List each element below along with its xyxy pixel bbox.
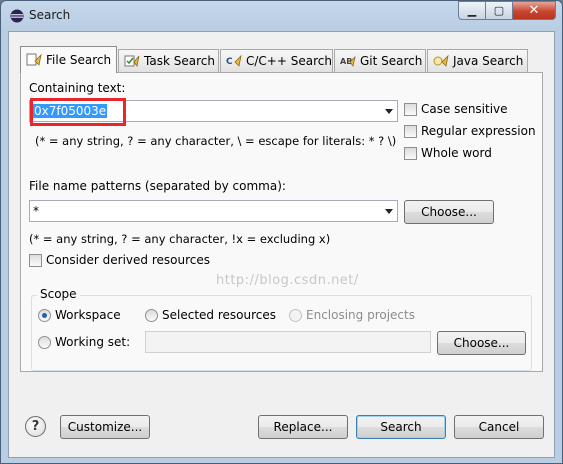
- radio-dot[interactable]: [145, 308, 158, 322]
- replace-button[interactable]: Replace...: [258, 415, 348, 439]
- window-title: Search: [29, 8, 71, 22]
- tab-label: Java Search: [453, 54, 524, 68]
- tab-label: C/C++ Search: [246, 54, 332, 68]
- button-label: Search: [380, 420, 422, 434]
- tab-cpp-search[interactable]: C C/C++ Search: [220, 49, 333, 72]
- tab-java-search[interactable]: Java Search: [427, 49, 528, 72]
- file-patterns-value: *: [33, 204, 39, 218]
- button-label: Replace...: [273, 420, 333, 434]
- radio-dot[interactable]: [38, 308, 51, 322]
- search-dialog-window: Search ▁ ▢ ✕ File Search Task Search C C…: [0, 0, 563, 464]
- customize-button[interactable]: Customize...: [60, 415, 150, 439]
- title-bar: Search ▁ ▢ ✕: [1, 1, 562, 31]
- cancel-button[interactable]: Cancel: [454, 415, 544, 439]
- button-label: Customize...: [67, 420, 143, 434]
- scope-group: Workspace Selected resources Enclosing p…: [31, 295, 532, 371]
- maximize-icon: ▢: [493, 4, 505, 17]
- minimize-icon: ▁: [467, 4, 477, 17]
- choose-patterns-button[interactable]: Choose...: [404, 200, 494, 224]
- enclosing-projects-radio: Enclosing projects: [289, 308, 415, 322]
- maximize-button[interactable]: ▢: [485, 1, 513, 20]
- checkbox-box[interactable]: [404, 102, 417, 116]
- file-search-icon: [26, 53, 42, 66]
- containing-text-combo[interactable]: 0x7f05003e: [29, 98, 398, 126]
- svg-text:C: C: [226, 57, 233, 67]
- checkbox-box[interactable]: [404, 124, 417, 138]
- chevron-down-icon[interactable]: [385, 209, 393, 214]
- choose-working-set-button[interactable]: Choose...: [437, 331, 526, 355]
- regular-expression-label: Regular expression: [421, 124, 536, 138]
- checkbox-box[interactable]: [29, 253, 42, 267]
- chevron-down-icon[interactable]: [385, 109, 393, 114]
- search-tabs: File Search Task Search C C/C++ Search A…: [20, 46, 543, 73]
- git-search-icon: AB: [340, 55, 356, 67]
- workspace-radio[interactable]: Workspace: [38, 308, 121, 322]
- help-icon: ?: [31, 419, 40, 434]
- window-controls: ▁ ▢ ✕: [458, 1, 556, 21]
- tab-label: Git Search: [360, 54, 423, 68]
- case-sensitive-label: Case sensitive: [421, 102, 508, 116]
- tab-label: Task Search: [144, 54, 215, 68]
- working-set-label: Working set:: [55, 335, 131, 349]
- tab-task-search[interactable]: Task Search: [118, 49, 219, 72]
- eclipse-icon: [10, 9, 24, 23]
- button-label: Choose...: [421, 205, 477, 219]
- button-label: Cancel: [478, 420, 520, 434]
- derived-resources-label: Consider derived resources: [46, 253, 210, 267]
- containing-text-hint: (* = any string, ? = any character, \ = …: [35, 134, 397, 148]
- watermark-text: http://blog.csdn.net/: [216, 273, 359, 288]
- case-sensitive-checkbox[interactable]: Case sensitive: [404, 102, 508, 116]
- derived-resources-checkbox[interactable]: Consider derived resources: [29, 253, 210, 267]
- selected-resources-label: Selected resources: [162, 308, 276, 322]
- working-set-radio[interactable]: Working set:: [38, 335, 130, 349]
- dialog-client-area: File Search Task Search C C/C++ Search A…: [8, 31, 555, 458]
- radio-dot[interactable]: [38, 335, 51, 349]
- regular-expression-checkbox[interactable]: Regular expression: [404, 124, 536, 138]
- help-button[interactable]: ?: [25, 416, 46, 437]
- containing-text-label: Containing text:: [29, 81, 126, 95]
- highlight-box: [30, 98, 126, 126]
- java-search-icon: [433, 54, 449, 67]
- tab-git-search[interactable]: AB Git Search: [334, 49, 426, 72]
- workspace-label: Workspace: [55, 308, 121, 322]
- whole-word-label: Whole word: [421, 146, 492, 160]
- tab-file-search[interactable]: File Search: [20, 46, 117, 73]
- search-button[interactable]: Search: [356, 415, 446, 439]
- task-search-icon: [124, 55, 140, 67]
- whole-word-checkbox[interactable]: Whole word: [404, 146, 492, 160]
- close-button[interactable]: ✕: [512, 1, 556, 20]
- file-search-panel: http://blog.csdn.net/ Containing text: 0…: [20, 72, 543, 372]
- tab-label: File Search: [46, 53, 112, 67]
- checkbox-box[interactable]: [404, 146, 417, 160]
- file-patterns-label: File name patterns (separated by comma):: [29, 179, 286, 193]
- scope-title: Scope: [37, 287, 80, 301]
- selected-resources-radio[interactable]: Selected resources: [145, 308, 276, 322]
- file-patterns-hint: (* = any string, ? = any character, !x =…: [29, 232, 331, 246]
- enclosing-projects-label: Enclosing projects: [306, 308, 415, 322]
- button-label: Choose...: [453, 336, 510, 350]
- file-patterns-combo[interactable]: *: [29, 200, 398, 222]
- radio-dot: [289, 308, 302, 322]
- minimize-button[interactable]: ▁: [458, 1, 486, 20]
- working-set-field: [145, 331, 431, 353]
- cpp-search-icon: C: [226, 54, 242, 67]
- close-icon: ✕: [528, 3, 540, 18]
